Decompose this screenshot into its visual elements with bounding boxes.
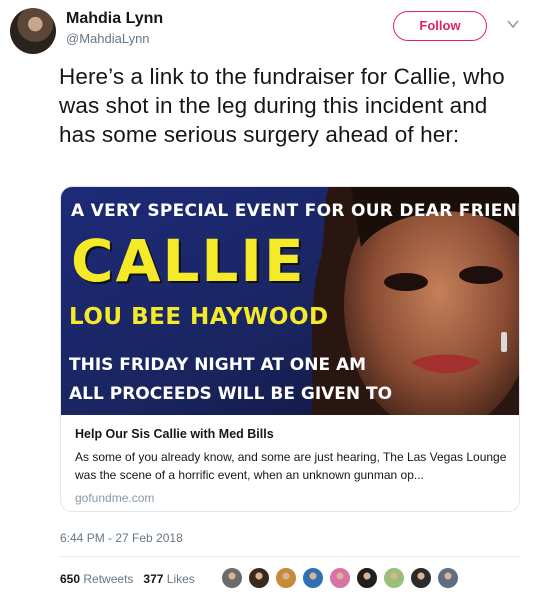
tweet-text: Here’s a link to the fundraiser for Call… (59, 64, 505, 147)
card-body: Help Our Sis Callie with Med Bills As so… (75, 427, 507, 505)
event-flyer-image (61, 187, 519, 415)
liker-avatar-8[interactable] (410, 567, 432, 589)
flyer-heading: A VERY SPECIAL EVENT FOR OUR DEAR FRIEND (71, 201, 519, 221)
flyer-fullname: LOU BEE HAYWOOD (69, 304, 329, 330)
liker-avatar-7[interactable] (383, 567, 405, 589)
card-title[interactable]: Help Our Sis Callie with Med Bills (75, 427, 507, 441)
tweet-timestamp[interactable]: 6:44 PM - 27 Feb 2018 (60, 531, 183, 545)
link-card[interactable]: A VERY SPECIAL EVENT FOR OUR DEAR FRIEND… (60, 186, 520, 512)
card-domain: gofundme.com (75, 491, 155, 505)
liker-avatar-3[interactable] (275, 567, 297, 589)
avatar[interactable] (10, 8, 56, 54)
likes-count: 377 (143, 572, 164, 586)
retweets-count: 650 (60, 572, 81, 586)
likes-stat[interactable]: 377 Likes (143, 572, 194, 586)
tweet-stats: 650 Retweets 377 Likes (60, 572, 195, 586)
liker-avatar-2[interactable] (248, 567, 270, 589)
retweets-stat[interactable]: 650 Retweets (60, 572, 133, 586)
flyer-proceeds: ALL PROCEEDS WILL BE GIVEN TO (69, 384, 393, 404)
divider (60, 556, 520, 557)
likes-label: Likes (166, 572, 195, 586)
liker-avatar-1[interactable] (221, 567, 243, 589)
follow-button[interactable]: Follow (393, 11, 487, 41)
display-name[interactable]: Mahdia Lynn (66, 10, 163, 28)
liker-avatar-4[interactable] (302, 567, 324, 589)
liker-avatar-9[interactable] (437, 567, 459, 589)
tweet-header: Mahdia Lynn @MahdiaLynn Follow (10, 8, 530, 54)
liker-avatar-5[interactable] (329, 567, 351, 589)
user-handle[interactable]: @MahdiaLynn (66, 31, 150, 46)
flyer-time: THIS FRIDAY NIGHT AT ONE AM (69, 355, 367, 375)
card-description: As some of you already know, and some ar… (75, 450, 507, 482)
chevron-down-icon[interactable] (506, 17, 520, 31)
flyer-headline: CALLIE (71, 227, 306, 295)
retweets-label: Retweets (83, 572, 134, 586)
liker-avatar-6[interactable] (356, 567, 378, 589)
card-image[interactable]: A VERY SPECIAL EVENT FOR OUR DEAR FRIEND… (61, 187, 519, 415)
